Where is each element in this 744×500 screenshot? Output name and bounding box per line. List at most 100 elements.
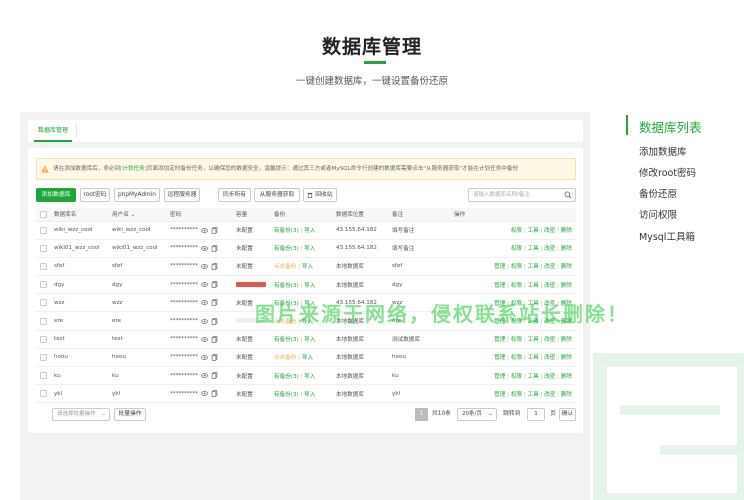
import-link[interactable]: 导入 [304,392,315,398]
fetch-from-server-button[interactable]: 从服务器获取 [254,188,300,202]
copy-icon[interactable] [211,263,218,270]
header-user[interactable]: 用户名 ⌄ [112,208,170,222]
backup-status-link[interactable]: 有备份(3) [274,246,299,252]
copy-icon[interactable] [211,390,218,397]
op-link[interactable]: 权限 [511,283,522,289]
eye-icon[interactable] [201,390,208,397]
copy-icon[interactable] [211,245,218,252]
eye-icon[interactable] [201,227,208,234]
remark-cell[interactable]: 填写备注 [392,239,454,258]
remark-cell[interactable]: sfef [392,257,454,277]
op-link[interactable]: 改密 [544,337,555,343]
search-icon[interactable] [564,191,572,199]
notice-cron-link[interactable]: [计划任务] [120,166,147,172]
op-link[interactable]: 工具 [527,246,538,252]
backup-status-link[interactable]: 点击备份 [274,355,296,361]
side-nav-database-list[interactable]: 数据库列表 [639,117,702,136]
import-link[interactable]: 导入 [304,374,315,380]
remark-cell[interactable]: ku [392,366,454,386]
copy-icon[interactable] [211,299,218,306]
side-nav-add-database[interactable]: 添加数据库 [639,144,687,158]
op-link[interactable]: 改密 [544,392,555,398]
op-link[interactable]: 权限 [511,246,522,252]
op-link[interactable]: 管理 [494,392,505,398]
copy-icon[interactable] [211,281,218,288]
op-link[interactable]: 工具 [527,337,538,343]
side-nav-access-permission[interactable]: 访问权限 [639,207,677,221]
capacity-cell[interactable]: 未配置 [236,239,274,258]
per-page-select[interactable]: 20条/页 ⌄ [457,408,497,421]
backup-status-link[interactable]: 有备份(3) [274,283,299,289]
remark-cell[interactable]: ykl [392,384,454,404]
op-link[interactable]: 工具 [527,392,538,398]
capacity-cell[interactable]: 未配置 [236,366,274,386]
op-link[interactable]: 改密 [544,283,555,289]
op-link[interactable]: 删除 [561,374,572,380]
op-link[interactable]: 改密 [544,264,555,270]
capacity-cell[interactable]: 未配置 [236,257,274,277]
import-link[interactable]: 导入 [304,283,315,289]
eye-icon[interactable] [201,336,208,343]
capacity-cell[interactable]: 未配置 [236,330,274,349]
op-link[interactable]: 删除 [561,264,572,270]
eye-icon[interactable] [201,299,208,306]
side-nav-mysql-toolbox[interactable]: Mysql工具箱 [639,229,695,243]
tab-database-management[interactable]: 数据库管理 [34,123,73,142]
add-database-button[interactable]: 添加数据库 [36,188,76,202]
import-link[interactable]: 导入 [302,264,313,270]
op-link[interactable]: 管理 [494,264,505,270]
backup-status-link[interactable]: 有备份(3) [274,392,299,398]
op-link[interactable]: 权限 [511,337,522,343]
root-password-button[interactable]: root密码 [80,188,110,202]
op-link[interactable]: 删除 [561,228,572,234]
remark-cell[interactable]: hoou [392,348,454,368]
op-link[interactable]: 改密 [544,246,555,252]
eye-icon[interactable] [201,318,208,325]
import-link[interactable]: 导入 [302,355,313,361]
row-checkbox[interactable] [40,244,47,252]
op-link[interactable]: 权限 [511,228,522,234]
batch-action-button[interactable]: 批量操作 [114,408,146,421]
recycle-bin-button[interactable]: 回收站 [303,188,337,202]
eye-icon[interactable] [201,281,208,288]
jump-page-input[interactable]: 1 [527,408,545,421]
op-link[interactable]: 权限 [511,392,522,398]
row-checkbox[interactable] [40,353,47,361]
backup-status-link[interactable]: 有备份(3) [274,337,299,343]
op-link[interactable]: 删除 [561,337,572,343]
copy-icon[interactable] [211,226,218,234]
op-link[interactable]: 权限 [511,374,522,380]
op-link[interactable]: 管理 [494,337,505,343]
op-link[interactable]: 权限 [511,264,522,270]
side-nav-change-root-password[interactable]: 修改root密码 [639,165,696,179]
import-link[interactable]: 导入 [304,246,315,252]
op-link[interactable]: 管理 [494,374,505,380]
capacity-cell[interactable]: 未配置 [236,221,274,240]
op-link[interactable]: 工具 [527,283,538,289]
backup-status-link[interactable]: 有备份(3) [274,374,299,380]
eye-icon[interactable] [201,263,208,270]
row-checkbox[interactable] [40,281,47,289]
copy-icon[interactable] [211,317,218,325]
batch-select[interactable]: 请选择批量操作 ⌄ [52,408,110,421]
import-link[interactable]: 导入 [304,337,315,343]
sync-all-button[interactable]: 同步所有 [218,188,251,202]
row-checkbox[interactable] [40,372,47,380]
op-link[interactable]: 改密 [544,374,555,380]
import-link[interactable]: 导入 [304,228,315,234]
op-link[interactable]: 管理 [494,283,505,289]
remark-cell[interactable]: 填写备注 [392,221,454,240]
op-link[interactable]: 改密 [544,228,555,234]
op-link[interactable]: 删除 [561,392,572,398]
select-all-checkbox[interactable] [40,210,47,218]
op-link[interactable]: 改密 [544,355,555,361]
capacity-cell[interactable]: 未配置 [236,348,274,368]
search-input[interactable]: 请输入数据库名称/备注 [468,188,576,202]
page-current[interactable]: 1 [415,408,428,421]
remote-server-button[interactable]: 远程服务器 [164,188,200,202]
op-link[interactable]: 工具 [527,355,538,361]
op-link[interactable]: 工具 [527,264,538,270]
eye-icon[interactable] [201,372,208,379]
row-checkbox[interactable] [40,335,47,343]
capacity-cell[interactable]: 未配置 [236,384,274,404]
